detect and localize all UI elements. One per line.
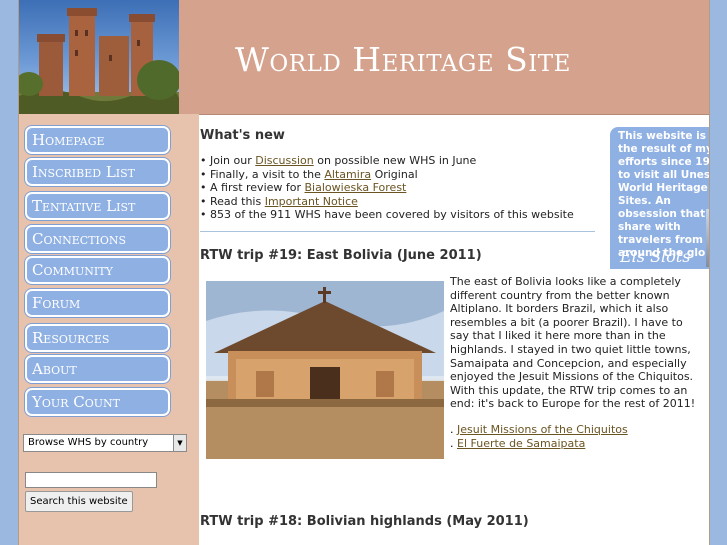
promo-text: This website is the result of my efforts… [618, 130, 710, 259]
list-item: . El Fuerte de Samaipata [450, 436, 586, 450]
list-item: Join our Discussion on possible new WHS … [200, 154, 590, 168]
mission-church-photo [206, 281, 444, 459]
nav-resources[interactable]: Resources [25, 324, 170, 352]
jesuit-missions-link[interactable]: Jesuit Missions of the Chiquitos [457, 423, 628, 436]
list-item: A first review for Bialowieska Forest [200, 181, 590, 195]
page: World Heritage Site Homepage Inscribed L… [18, 0, 710, 545]
country-select-value: Browse WHS by country [28, 437, 149, 448]
list-item: 853 of the 911 WHS have been covered by … [200, 208, 590, 222]
whats-new-list: Join our Discussion on possible new WHS … [200, 154, 590, 222]
discussion-link[interactable]: Discussion [255, 154, 314, 167]
nav-your-count[interactable]: Your Count [25, 388, 170, 416]
el-fuerte-link[interactable]: El Fuerte de Samaipata [457, 437, 585, 450]
altamira-link[interactable]: Altamira [324, 168, 371, 181]
author-photo [706, 209, 709, 267]
nav-tentative-list[interactable]: Tentative List [25, 192, 170, 220]
nav-inscribed-list[interactable]: Inscribed List [25, 158, 170, 186]
list-item: Finally, a visit to the Altamira Origina… [200, 168, 590, 182]
important-notice-link[interactable]: Important Notice [265, 195, 358, 208]
article-paragraph-2: With this update, the RTW trip comes to … [450, 383, 696, 411]
site-title: World Heritage Site [235, 40, 571, 79]
list-item: Read this Important Notice [200, 195, 590, 209]
promo-box: This website is the result of my efforts… [610, 127, 710, 269]
article-heading: RTW trip #19: East Bolivia (June 2011) [200, 248, 482, 263]
bialowieska-link[interactable]: Bialowieska Forest [305, 181, 407, 194]
article-paragraph: The east of Bolivia looks like a complet… [450, 275, 694, 384]
search-input[interactable] [25, 472, 157, 488]
list-item: . Jesuit Missions of the Chiquitos [450, 423, 628, 436]
nav-connections[interactable]: Connections [25, 225, 170, 253]
article-body: The east of Bolivia looks like a complet… [450, 275, 700, 411]
nav-about[interactable]: About [25, 355, 170, 383]
divider [200, 231, 595, 232]
country-select[interactable]: Browse WHS by country ▼ [23, 434, 187, 452]
nav-forum[interactable]: Forum [25, 289, 170, 317]
author-signature: Els Slots [620, 247, 691, 266]
whats-new-heading: What's new [200, 128, 285, 143]
nav-community[interactable]: Community [25, 256, 170, 284]
header-kasbah-photo [19, 0, 179, 114]
dropdown-arrow-icon[interactable]: ▼ [173, 435, 186, 451]
article-links: . Jesuit Missions of the Chiquitos . El … [450, 423, 628, 450]
article-heading-2: RTW trip #18: Bolivian highlands (May 20… [200, 514, 529, 529]
main-content: What's new Join our Discussion on possib… [200, 114, 709, 545]
search-button[interactable]: Search this website [25, 491, 133, 512]
nav-homepage[interactable]: Homepage [25, 126, 170, 154]
header-banner: World Heritage Site [179, 0, 709, 115]
sidebar: Homepage Inscribed List Tentative List C… [19, 114, 199, 545]
